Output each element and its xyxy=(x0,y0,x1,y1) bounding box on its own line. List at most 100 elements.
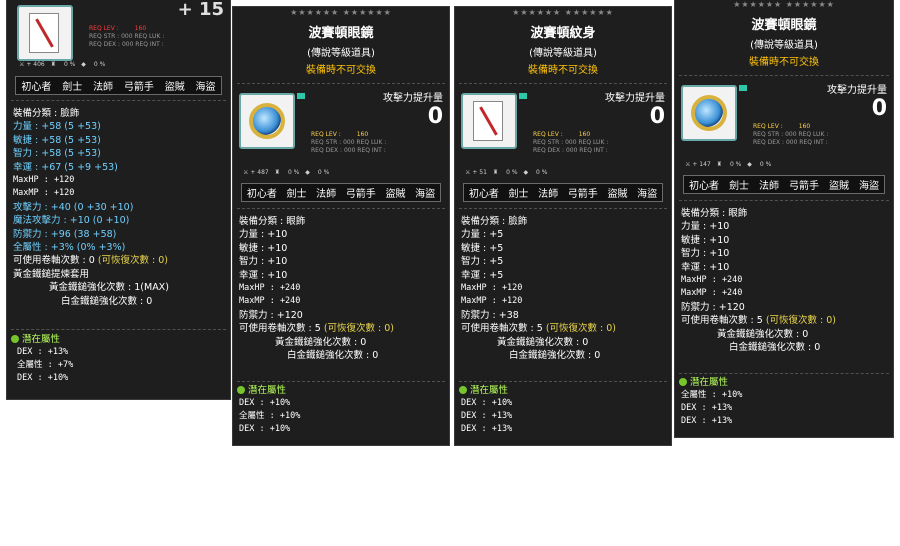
stat-line: 幸運 : +5 xyxy=(461,269,504,281)
job-warrior: 劍士 xyxy=(729,181,749,192)
item-tooltip-2: ★★★★★★ ★★★★★★ 波賽頓眼鏡 (傳說等級道具) 裝備時不可交換 攻擊力… xyxy=(232,6,450,446)
job-list: 初心者 劍士 法師 弓箭手 盜賊 海盜 xyxy=(15,76,222,95)
job-thief: 盜賊 xyxy=(607,189,628,200)
req-row: REQ STR : 000 REQ LUK : xyxy=(311,139,387,146)
job-warrior: 劍士 xyxy=(286,189,307,200)
attack-gain-amount: 0 xyxy=(427,104,443,129)
ignore-def-value: 0 % xyxy=(759,161,772,168)
trade-restriction: 裝備時不可交換 xyxy=(306,65,376,76)
req-lev-label: REQ LEV : xyxy=(89,25,119,32)
req-row: REQ DEX : 000 REQ INT : xyxy=(753,139,828,146)
recoverable-count: (可恢復次數 : 0) xyxy=(97,255,169,267)
job-bowman: 弓箭手 xyxy=(567,189,598,200)
potential-line: DEX : +13% xyxy=(681,416,733,426)
job-list: 初心者 劍士 法師 弓箭手 盜賊 海盜 xyxy=(463,183,663,202)
stat-line: 可使用卷軸次數 : 0 (可恢復次數 : 0) xyxy=(13,255,169,267)
potential-icon xyxy=(679,378,687,386)
req-row: REQ DEX : 000 REQ INT : xyxy=(533,147,608,154)
boss-value: 0 % xyxy=(287,169,300,176)
stat-line: 黃金鐵鎚強化次數 : 0 xyxy=(497,336,589,348)
ignore-def-value: 0 % xyxy=(93,61,106,68)
stat-line: 幸運 : +10 xyxy=(239,269,288,281)
req-lev-label: REQ LEV : xyxy=(533,131,563,138)
req-row: REQ DEX : 000 REQ INT : xyxy=(311,147,386,154)
potential-line: 全屬性 : +10% xyxy=(681,390,743,400)
recoverable-count: (可恢復次數 : 0) xyxy=(765,315,837,327)
item-name: 波賽頓紋身 xyxy=(530,26,596,41)
job-pirate: 海盜 xyxy=(195,82,216,93)
job-pirate: 海盜 xyxy=(859,181,879,192)
attack-gain-value: + 487 xyxy=(250,169,269,176)
ignore-def-icon: ◆ xyxy=(305,169,310,176)
stat-line: 幸運 : +67 (5 +9 +53) xyxy=(13,161,118,173)
stat-list: 裝備分類 : 臉飾 力量 : +58 (5 +53) 敏捷 : +58 (5 +53… xyxy=(13,107,226,308)
ignore-def-value: 0 % xyxy=(536,169,548,176)
job-thief: 盜賊 xyxy=(829,181,849,192)
job-bowman: 弓箭手 xyxy=(345,189,376,200)
item-tooltip-4: ★★★★★★ ★★★★★★ 波賽頓眼鏡 (傳說等級道具) 裝備時不可交換 攻擊力… xyxy=(674,0,894,438)
potential-icon xyxy=(11,335,19,343)
item-flag-icon xyxy=(297,93,305,99)
potential-line: DEX : +13% xyxy=(681,403,733,413)
stat-line: MaxHP : +240 xyxy=(239,283,301,294)
potential-section: 潛在屬性 DEX : +10% 全屬性 : +10% DEX : +10% xyxy=(237,384,300,436)
stat-line: 攻擊力 : +40 (0 +30 +10) xyxy=(13,201,134,213)
stat-line: 智力 : +10 xyxy=(681,248,730,260)
ignore-def-icon: ◆ xyxy=(523,169,529,176)
ignore-def-icon: ◆ xyxy=(81,61,86,68)
enhance-level-fragment: + 15 xyxy=(177,0,224,20)
boss-icon: ♜ xyxy=(274,169,281,176)
item-icon xyxy=(239,93,295,149)
job-magician: 法師 xyxy=(316,189,337,200)
stat-line: 力量 : +58 (5 +53) xyxy=(13,121,101,133)
potential-line: DEX : +13% xyxy=(461,411,513,421)
glasses-icon xyxy=(249,103,285,139)
potential-section: 潛在屬性 DEX : +10% DEX : +13% DEX : +13% xyxy=(459,384,512,436)
potential-title: 潛在屬性 xyxy=(690,377,729,388)
stat-line: 白金鐵鎚強化次數 : 0 xyxy=(729,342,821,354)
trade-restriction: 裝備時不可交換 xyxy=(528,65,598,76)
stat-line: MaxMP : +240 xyxy=(681,288,743,299)
stat-line: MaxMP : +120 xyxy=(461,296,523,307)
item-tooltip-3: ★★★★★★ ★★★★★★ 波賽頓紋身 (傳說等級道具) 裝備時不可交換 攻擊力… xyxy=(454,6,672,446)
boss-icon: ♜ xyxy=(50,61,57,68)
potential-section: 潛在屬性 全屬性 : +10% DEX : +13% DEX : +13% xyxy=(679,376,742,428)
tattoo-icon xyxy=(29,13,59,53)
potential-line: DEX : +10% xyxy=(17,373,69,383)
potential-section: 潛在屬性 DEX : +13% 全屬性 : +7% DEX : +10% xyxy=(11,333,73,385)
stat-line: MaxHP : +240 xyxy=(681,275,743,286)
attack-gain-value: + 51 xyxy=(472,169,487,176)
req-lev-label: REQ LEV : xyxy=(311,131,341,138)
item-name: 波賽頓眼鏡 xyxy=(751,18,817,33)
stat-line: 黃金鐵鎚強化次數 : 0 xyxy=(275,336,367,348)
job-bowman: 弓箭手 xyxy=(789,181,819,192)
stat-line: 可使用卷軸次數 : 5 (可恢復次數 : 0) xyxy=(461,323,617,335)
stat-line: 魔法攻擊力 : +10 (0 +10) xyxy=(13,215,130,227)
ignore-def-icon: ◆ xyxy=(747,161,752,168)
job-warrior: 劍士 xyxy=(62,82,83,93)
job-magician: 法師 xyxy=(93,82,114,93)
stat-line: 防禦力 : +120 xyxy=(681,301,745,313)
req-row: REQ STR : 000 REQ LUK : xyxy=(753,131,829,138)
stat-list: 裝備分類 : 臉飾 力量 : +5 敏捷 : +5 智力 : +5 幸運 : +5 Max… xyxy=(461,215,667,362)
attack-gain-icon: ⚔ xyxy=(243,169,249,176)
item-flag-icon xyxy=(739,85,747,91)
stat-line: 白金鐵鎚強化次數 : 0 xyxy=(287,350,379,362)
attack-gain-label: 攻擊力提升量 xyxy=(605,93,665,104)
boss-icon: ♜ xyxy=(716,161,723,168)
stat-line: 敏捷 : +10 xyxy=(239,242,288,254)
stat-line: 防禦力 : +96 (38 +58) xyxy=(13,228,117,240)
potential-line: DEX : +10% xyxy=(239,398,291,408)
potential-title: 潛在屬性 xyxy=(22,334,61,345)
stat-line: 裝備分類 : 臉飾 xyxy=(461,216,528,227)
item-grade: (傳說等級道具) xyxy=(307,48,375,59)
stat-line: 防禦力 : +120 xyxy=(239,309,303,321)
job-warrior: 劍士 xyxy=(508,189,529,200)
stat-line: MaxMP : +240 xyxy=(239,296,301,307)
stat-line: 黃金鐵鎚強化次數 : 0 xyxy=(717,328,809,340)
stat-line: 敏捷 : +5 xyxy=(461,242,504,254)
stat-line: 可使用卷軸次數 : 5 (可恢復次數 : 0) xyxy=(681,315,837,327)
trade-restriction: 裝備時不可交換 xyxy=(749,57,819,68)
job-beginner: 初心者 xyxy=(21,82,52,93)
stat-line: 黃金鐵鎚強化次數 : 1(MAX) xyxy=(49,282,169,294)
